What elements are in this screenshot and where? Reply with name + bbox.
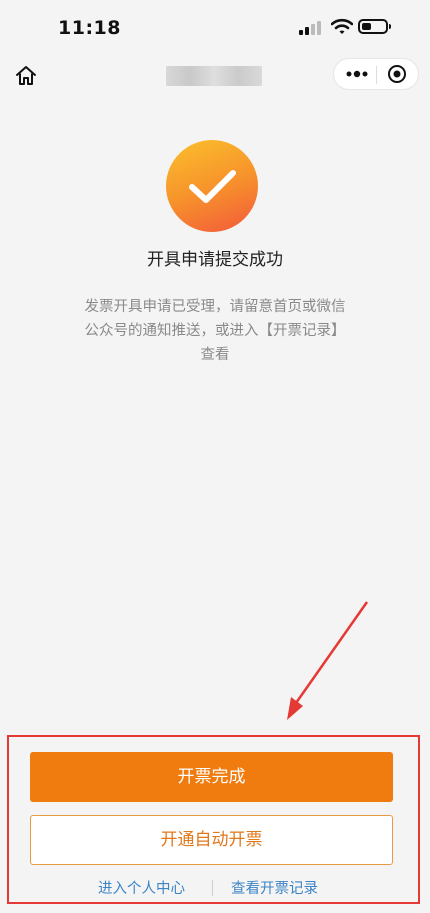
link-divider <box>212 880 213 896</box>
invoice-complete-button[interactable]: 开票完成 <box>30 752 393 802</box>
personal-center-link[interactable]: 进入个人中心 <box>98 877 185 898</box>
enable-auto-invoice-button[interactable]: 开通自动开票 <box>30 815 393 865</box>
invoice-records-link[interactable]: 查看开票记录 <box>231 877 318 898</box>
